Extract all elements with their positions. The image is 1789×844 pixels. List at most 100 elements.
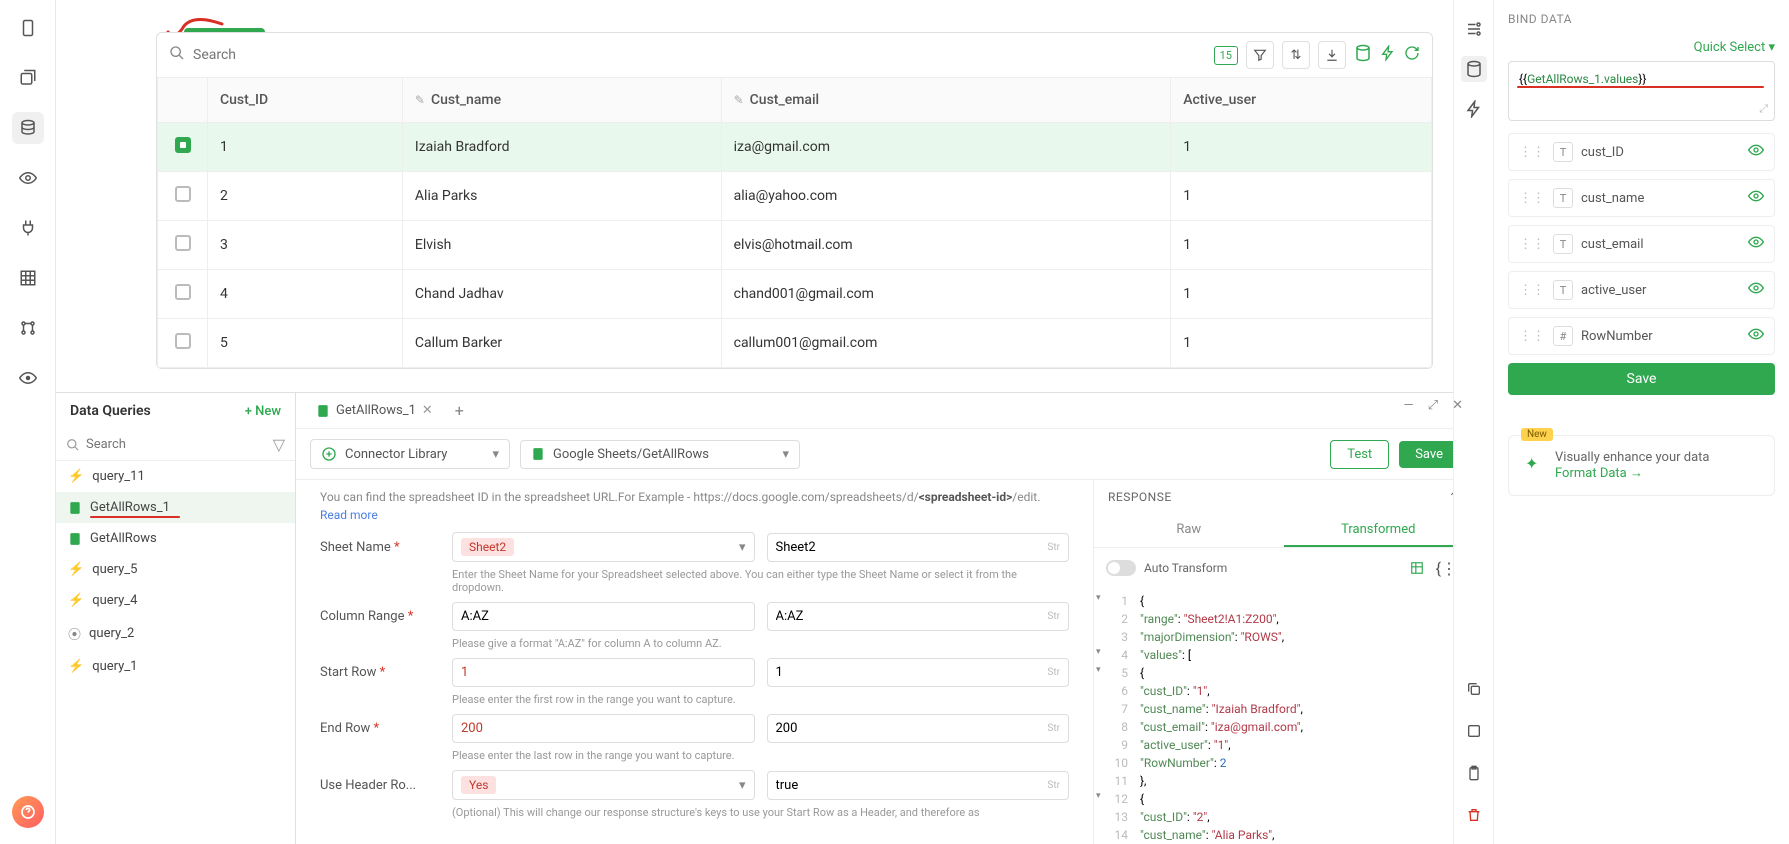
table-view-icon[interactable]	[1405, 556, 1429, 580]
use-header-pill-input[interactable]: Yes▾	[452, 770, 755, 800]
minimize-icon[interactable]: —	[1404, 398, 1414, 413]
end-row-label: End Row *	[320, 721, 440, 736]
sort-icon[interactable]: ⇅	[1282, 41, 1310, 69]
response-code[interactable]: ▾1{2 "range": "Sheet2!A1:Z200",3 "majorD…	[1094, 588, 1473, 844]
col-cust-email[interactable]: ✎Cust_email	[721, 78, 1171, 123]
preview-icon[interactable]	[12, 362, 44, 394]
eye-icon[interactable]	[1748, 280, 1764, 300]
table-row[interactable]: 3Elvishelvis@hotmail.com1	[158, 221, 1432, 270]
column-range-input-1[interactable]	[452, 602, 755, 631]
row-checkbox[interactable]	[175, 333, 191, 349]
bind-field-item[interactable]: ⋮⋮Tcust_email	[1508, 225, 1775, 263]
save-query-button[interactable]: Save	[1399, 441, 1459, 468]
expand-icon[interactable]: ⤢	[1759, 102, 1768, 116]
refresh-icon[interactable]	[1404, 45, 1420, 65]
database-icon[interactable]	[1461, 56, 1487, 82]
database-icon[interactable]	[12, 112, 44, 144]
row-checkbox[interactable]	[175, 186, 191, 202]
row-checkbox[interactable]	[175, 284, 191, 300]
hint-text: Please give a format "A:AZ" for column A…	[452, 637, 1069, 650]
bind-field-item[interactable]: ⋮⋮Tcust_ID	[1508, 133, 1775, 171]
copy-icon[interactable]	[1461, 676, 1487, 702]
table-search-input[interactable]	[193, 47, 695, 63]
auto-transform-toggle[interactable]	[1106, 560, 1136, 576]
col-cust-id[interactable]: Cust_ID	[208, 78, 403, 123]
bind-expression-input[interactable]: {{GetAllRows_1.values}} ⤢	[1508, 61, 1775, 121]
test-button[interactable]: Test	[1330, 440, 1389, 469]
query-item[interactable]: ⚡query_11	[56, 461, 295, 492]
table-icon[interactable]	[12, 262, 44, 294]
start-row-input-2[interactable]: Str	[767, 658, 1070, 687]
read-more-link[interactable]: Read more	[320, 508, 378, 522]
table-row[interactable]: 1Izaiah Bradfordiza@gmail.com1	[158, 123, 1432, 172]
end-row-input-1[interactable]	[452, 714, 755, 743]
quick-select-button[interactable]: Quick Select ▾	[1508, 40, 1775, 55]
queries-search-input[interactable]	[86, 437, 273, 452]
bolt-icon[interactable]	[1461, 96, 1487, 122]
bind-field-item[interactable]: ⋮⋮#RowNumber	[1508, 317, 1775, 355]
query-item[interactable]: ⚡query_1	[56, 651, 295, 682]
eye-outline-icon[interactable]	[12, 162, 44, 194]
filter-icon[interactable]	[1246, 41, 1274, 69]
save-bind-button[interactable]: Save	[1508, 363, 1775, 395]
query-item[interactable]: ⦿query_2	[56, 616, 295, 651]
bind-field-item[interactable]: ⋮⋮Tcust_name	[1508, 179, 1775, 217]
new-query-button[interactable]: + New	[245, 404, 281, 419]
search-icon	[66, 438, 80, 452]
sheet-name-pill-input[interactable]: Sheet2▾	[452, 532, 755, 562]
column-range-input-2[interactable]: Str	[767, 602, 1070, 631]
schema-icon[interactable]	[12, 312, 44, 344]
duplicate-icon[interactable]	[1461, 718, 1487, 744]
use-header-input[interactable]: Str	[767, 771, 1070, 800]
start-row-input-1[interactable]	[452, 658, 755, 687]
query-item[interactable]: ⚡query_4	[56, 585, 295, 616]
sheet-name-label: Sheet Name *	[320, 540, 440, 555]
eye-icon[interactable]	[1748, 326, 1764, 346]
query-tab[interactable]: GetAllRows_1✕	[306, 395, 443, 426]
raw-tab[interactable]: Raw	[1094, 514, 1284, 547]
download-icon[interactable]	[1318, 41, 1346, 69]
table-row[interactable]: 5Callum Barkercallum001@gmail.com1	[158, 319, 1432, 368]
auto-transform-label: Auto Transform	[1144, 561, 1227, 575]
filter-icon[interactable]: ▽	[273, 435, 285, 454]
data-icon[interactable]	[1354, 44, 1372, 66]
expand-icon[interactable]: ⤢	[1428, 398, 1438, 413]
row-checkbox[interactable]	[175, 235, 191, 251]
connector-library-select[interactable]: Connector Library▾	[310, 439, 510, 469]
close-icon[interactable]: ✕	[1452, 398, 1463, 413]
action-icon[interactable]	[1380, 45, 1396, 65]
col-active-user[interactable]: Active_user	[1171, 78, 1432, 123]
format-data-text: Visually enhance your data	[1555, 450, 1760, 465]
eye-icon[interactable]	[1748, 188, 1764, 208]
format-data-link[interactable]: Format Data →	[1555, 465, 1760, 481]
query-item[interactable]: GetAllRows	[56, 523, 295, 554]
eye-icon[interactable]	[1748, 142, 1764, 162]
screens-icon[interactable]	[12, 62, 44, 94]
bind-field-item[interactable]: ⋮⋮Tactive_user	[1508, 271, 1775, 309]
eye-icon[interactable]	[1748, 234, 1764, 254]
add-tab-button[interactable]: +	[443, 393, 476, 428]
spreadsheet-id-hint: You can find the spreadsheet ID in the s…	[320, 488, 1069, 524]
response-title: RESPONSE	[1108, 490, 1172, 504]
delete-icon[interactable]	[1461, 802, 1487, 828]
connector-icon	[321, 446, 337, 462]
help-button[interactable]	[12, 796, 44, 828]
table-row[interactable]: 4Chand Jadhavchand001@gmail.com1	[158, 270, 1432, 319]
transformed-tab[interactable]: Transformed	[1284, 514, 1474, 547]
hint-text: (Optional) This will change our response…	[452, 806, 1069, 819]
paste-icon[interactable]	[1461, 760, 1487, 786]
close-tab-icon[interactable]: ✕	[422, 403, 433, 418]
table-row[interactable]: 2Alia Parksalia@yahoo.com1	[158, 172, 1432, 221]
settings-icon[interactable]	[1461, 16, 1487, 42]
end-row-input-2[interactable]: Str	[767, 714, 1070, 743]
query-item[interactable]: GetAllRows_1	[56, 492, 295, 523]
connector-action-select[interactable]: Google Sheets/GetAllRows▾	[520, 440, 800, 469]
sheets-icon	[531, 447, 545, 461]
mobile-icon[interactable]	[12, 12, 44, 44]
sheet-name-input[interactable]: Str	[767, 533, 1070, 562]
plug-icon[interactable]	[12, 212, 44, 244]
row-checkbox[interactable]	[175, 137, 191, 153]
query-item[interactable]: ⚡query_5	[56, 554, 295, 585]
col-cust-name[interactable]: ✎Cust_name	[402, 78, 721, 123]
new-badge: New	[1521, 428, 1553, 441]
